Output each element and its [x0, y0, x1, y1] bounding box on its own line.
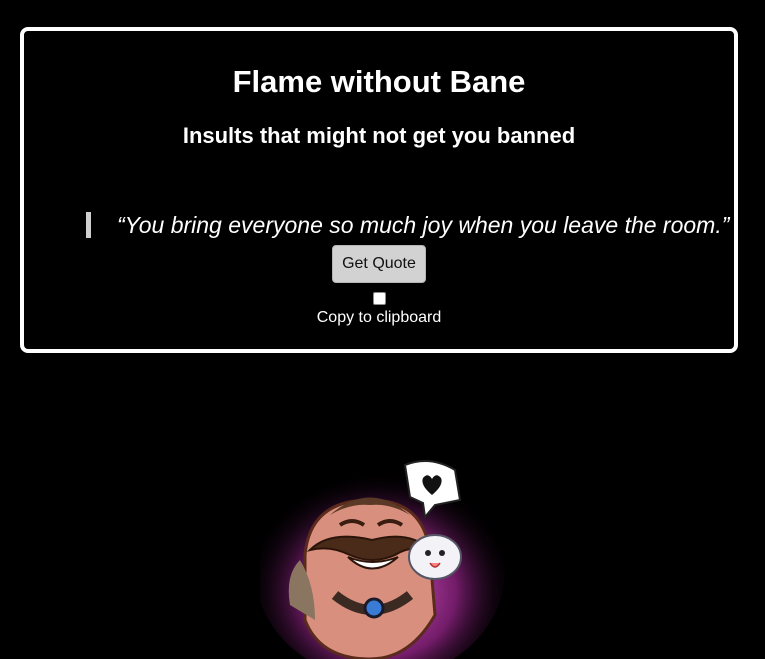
- copy-to-clipboard-checkbox[interactable]: [373, 292, 386, 305]
- mascot-face: [303, 498, 437, 659]
- poro: [408, 534, 462, 580]
- page-title: Flame without Bane: [232, 64, 526, 99]
- mascot-illustration: [260, 460, 505, 659]
- copy-to-clipboard-label: Copy to clipboard: [316, 309, 442, 326]
- get-quote-button[interactable]: Get Quote: [332, 245, 426, 283]
- quote-card: Flame without Bane Insults that might no…: [20, 27, 738, 353]
- quote-text: “You bring everyone so much joy when you…: [86, 212, 765, 238]
- gem: [363, 597, 385, 619]
- page-subtitle: Insults that might not get you banned: [182, 123, 576, 148]
